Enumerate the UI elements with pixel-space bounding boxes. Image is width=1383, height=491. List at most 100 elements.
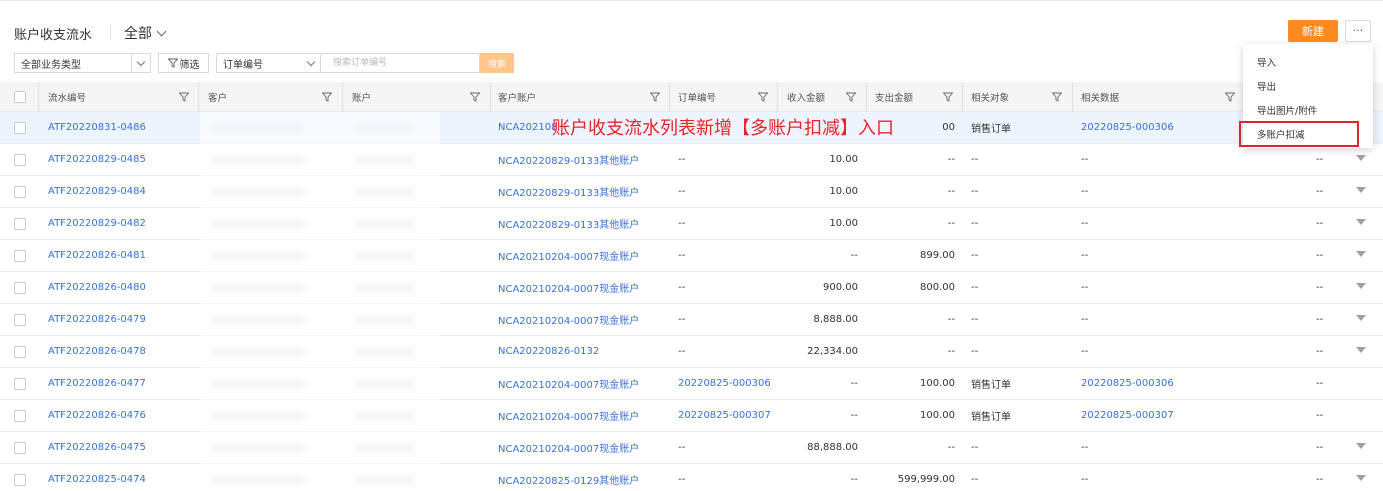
row-customer-account-link[interactable]: NCA20210204-0007现金账户 bbox=[498, 400, 639, 431]
row-expand-caret-icon[interactable] bbox=[1356, 443, 1366, 449]
row-customer-account-link[interactable]: NCA20210204-0007现金账户 bbox=[498, 368, 639, 399]
row-related-data[interactable]: 20220825-000307 bbox=[1081, 400, 1174, 431]
row-related-object: 销售订单 bbox=[971, 412, 1011, 423]
column-header-expense: 支出金额 bbox=[875, 93, 914, 104]
row-id-link[interactable]: ATF20220826-0480 bbox=[48, 272, 146, 303]
row-id-link[interactable]: ATF20220826-0477 bbox=[48, 368, 146, 399]
filter-icon[interactable] bbox=[758, 82, 768, 112]
row-checkbox[interactable] bbox=[14, 474, 26, 486]
row-checkbox[interactable] bbox=[14, 282, 26, 294]
page-title: 账户收支流水 bbox=[14, 28, 93, 43]
row-related-data[interactable]: 20220825-000306 bbox=[1081, 112, 1174, 143]
row-income: 900.00 bbox=[823, 282, 858, 293]
column-divider bbox=[342, 82, 343, 112]
row-id-link[interactable]: ATF20220826-0476 bbox=[48, 400, 146, 431]
row-checkbox[interactable] bbox=[14, 154, 26, 166]
search-field-select[interactable]: 订单编号 bbox=[216, 53, 320, 73]
row-related-object: -- bbox=[971, 282, 979, 293]
filter-icon[interactable] bbox=[1052, 82, 1062, 112]
row-checkbox[interactable] bbox=[14, 186, 26, 198]
row-id-link[interactable]: ATF20220829-0485 bbox=[48, 144, 146, 175]
row-customer-account-link[interactable]: NCA20210204-0007现金账户 bbox=[498, 272, 639, 303]
row-customer-account-link[interactable]: NCA202108 bbox=[498, 112, 557, 143]
row-related-object: -- bbox=[971, 186, 979, 197]
row-order: -- bbox=[678, 442, 686, 453]
filter-icon[interactable] bbox=[650, 82, 660, 112]
row-checkbox[interactable] bbox=[14, 346, 26, 358]
column-header-related-data: 相关数据 bbox=[1081, 93, 1120, 104]
filter-icon[interactable] bbox=[1225, 82, 1235, 112]
more-button[interactable]: ··· bbox=[1345, 20, 1371, 42]
row-expand-caret-icon[interactable] bbox=[1356, 283, 1366, 289]
row-expense: -- bbox=[947, 442, 955, 453]
filter-icon[interactable] bbox=[179, 82, 189, 112]
row-expand-caret-icon[interactable] bbox=[1356, 155, 1366, 161]
chevron-down-icon bbox=[156, 26, 167, 36]
blurred-region bbox=[200, 112, 440, 491]
row-order: -- bbox=[678, 282, 686, 293]
row-related-data[interactable]: 20220825-000306 bbox=[1081, 368, 1174, 399]
row-expand-caret-icon[interactable] bbox=[1356, 187, 1366, 193]
row-customer-account-link[interactable]: NCA20220825-0129其他账户 bbox=[498, 464, 639, 491]
row-customer-account-link[interactable]: NCA20220829-0133其他账户 bbox=[498, 208, 639, 239]
menu-item-export[interactable]: 导出 bbox=[1257, 79, 1276, 93]
row-customer-account-link[interactable]: NCA20220826-0132 bbox=[498, 336, 599, 367]
row-checkbox[interactable] bbox=[14, 314, 26, 326]
row-extra-value: -- bbox=[1316, 218, 1324, 229]
row-customer-account-link[interactable]: NCA20220829-0133其他账户 bbox=[498, 176, 639, 207]
row-expense: -- bbox=[947, 218, 955, 229]
filter-icon[interactable] bbox=[470, 82, 480, 112]
scope-dropdown[interactable]: 全部 bbox=[124, 23, 167, 43]
row-expand-caret-icon[interactable] bbox=[1356, 219, 1366, 225]
filter-icon[interactable] bbox=[846, 82, 856, 112]
row-id-link[interactable]: ATF20220829-0482 bbox=[48, 208, 146, 239]
row-order: -- bbox=[678, 346, 686, 357]
row-related-object: -- bbox=[971, 442, 979, 453]
column-header-customer: 客户 bbox=[208, 93, 228, 104]
row-checkbox[interactable] bbox=[14, 442, 26, 454]
filter-icon[interactable] bbox=[322, 82, 332, 112]
row-customer-account-link[interactable]: NCA20210204-0007现金账户 bbox=[498, 432, 639, 463]
row-checkbox[interactable] bbox=[14, 410, 26, 422]
row-checkbox[interactable] bbox=[14, 218, 26, 230]
business-type-select[interactable]: 全部业务类型 bbox=[14, 53, 151, 73]
row-id-link[interactable]: ATF20220831-0486 bbox=[48, 112, 146, 143]
new-button[interactable]: 新建 bbox=[1288, 20, 1338, 42]
row-checkbox[interactable] bbox=[14, 378, 26, 390]
row-customer-account-link[interactable]: NCA20210204-0007现金账户 bbox=[498, 304, 639, 335]
filter-icon[interactable] bbox=[943, 82, 953, 112]
row-id-link[interactable]: ATF20220825-0474 bbox=[48, 464, 146, 491]
filter-button[interactable]: 筛选 bbox=[158, 53, 209, 73]
menu-item-export-images[interactable]: 导出图片/附件 bbox=[1257, 103, 1317, 117]
row-related-object: 销售订单 bbox=[971, 124, 1011, 135]
menu-item-import[interactable]: 导入 bbox=[1257, 55, 1276, 69]
row-related-data: -- bbox=[1081, 314, 1089, 325]
row-expand-caret-icon[interactable] bbox=[1356, 251, 1366, 257]
row-customer-account-link[interactable]: NCA20210204-0007现金账户 bbox=[498, 240, 639, 271]
row-checkbox[interactable] bbox=[14, 122, 26, 134]
row-expand-caret-icon[interactable] bbox=[1356, 315, 1366, 321]
row-id-link[interactable]: ATF20220826-0478 bbox=[48, 336, 146, 367]
row-checkbox[interactable] bbox=[14, 250, 26, 262]
row-expand-caret-icon[interactable] bbox=[1356, 347, 1366, 353]
row-related-data: -- bbox=[1081, 282, 1089, 293]
row-expense: 100.00 bbox=[920, 410, 955, 421]
row-id-link[interactable]: ATF20220829-0484 bbox=[48, 176, 146, 207]
select-all-checkbox[interactable] bbox=[14, 91, 26, 103]
row-id-link[interactable]: ATF20220826-0475 bbox=[48, 432, 146, 463]
row-expense: -- bbox=[947, 186, 955, 197]
row-related-data: -- bbox=[1081, 442, 1089, 453]
row-expense: 800.00 bbox=[920, 282, 955, 293]
row-expand-caret-icon[interactable] bbox=[1356, 475, 1366, 481]
search-button[interactable]: 搜索 bbox=[480, 53, 514, 73]
row-id-link[interactable]: ATF20220826-0481 bbox=[48, 240, 146, 271]
row-order[interactable]: 20220825-000306 bbox=[678, 368, 771, 399]
row-order[interactable]: 20220825-000307 bbox=[678, 400, 771, 431]
row-id-link[interactable]: ATF20220826-0479 bbox=[48, 304, 146, 335]
row-customer-account-link[interactable]: NCA20220829-0133其他账户 bbox=[498, 144, 639, 175]
search-input[interactable] bbox=[320, 53, 480, 73]
column-divider bbox=[38, 82, 39, 112]
row-income: -- bbox=[850, 378, 858, 389]
column-header-customer-account: 客户账户 bbox=[498, 93, 537, 104]
row-extra-value: -- bbox=[1316, 410, 1324, 421]
